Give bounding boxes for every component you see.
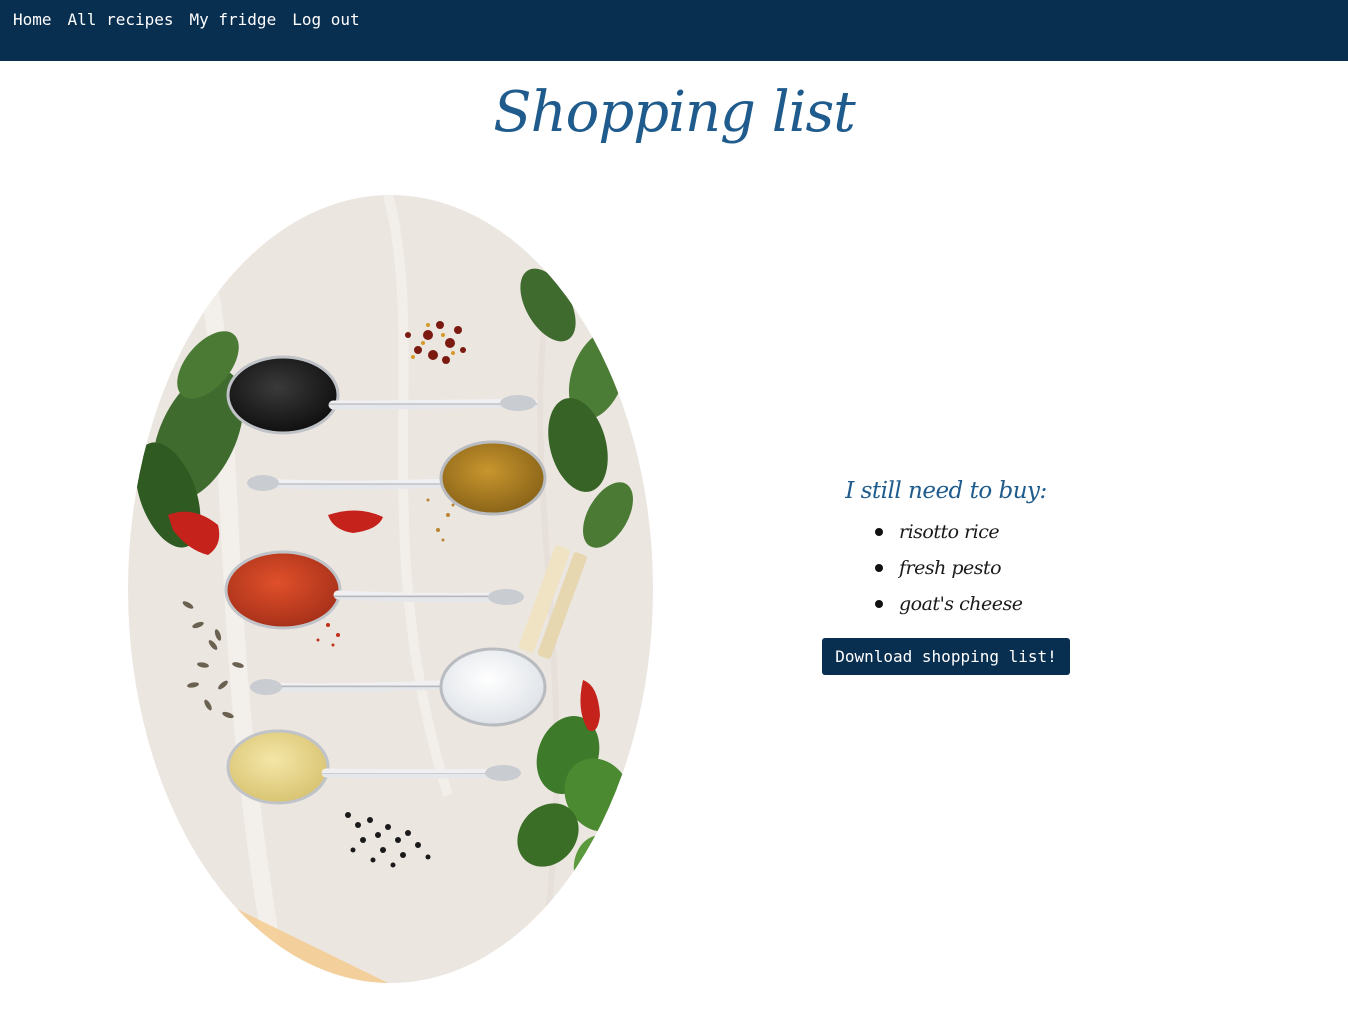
shopping-items-list: risotto rice fresh pesto goat's cheese [871, 514, 1023, 622]
bullet-icon [875, 600, 883, 608]
list-item: fresh pesto [871, 550, 1021, 586]
list-item-label: fresh pesto [899, 557, 1002, 579]
shopping-list-panel: I still need to buy: risotto rice fresh … [780, 478, 1112, 675]
bullet-icon [875, 564, 883, 572]
navbar: Home All recipes My fridge Log out [0, 0, 1348, 61]
shopping-list-heading: I still need to buy: [845, 478, 1047, 504]
list-item-label: goat's cheese [899, 593, 1023, 615]
nav-links: Home All recipes My fridge Log out [13, 10, 360, 29]
nav-link-home[interactable]: Home [13, 10, 52, 29]
nav-link-log-out[interactable]: Log out [292, 10, 359, 29]
list-item: goat's cheese [871, 586, 1023, 622]
bullet-icon [875, 528, 883, 536]
spices-photo [128, 195, 653, 983]
nav-link-my-fridge[interactable]: My fridge [190, 10, 277, 29]
list-item-label: risotto rice [899, 521, 1000, 543]
list-item: risotto rice [871, 514, 1021, 550]
page-title: Shopping list [493, 80, 856, 145]
download-shopping-list-button[interactable]: Download shopping list! [822, 638, 1070, 675]
nav-link-all-recipes[interactable]: All recipes [68, 10, 174, 29]
